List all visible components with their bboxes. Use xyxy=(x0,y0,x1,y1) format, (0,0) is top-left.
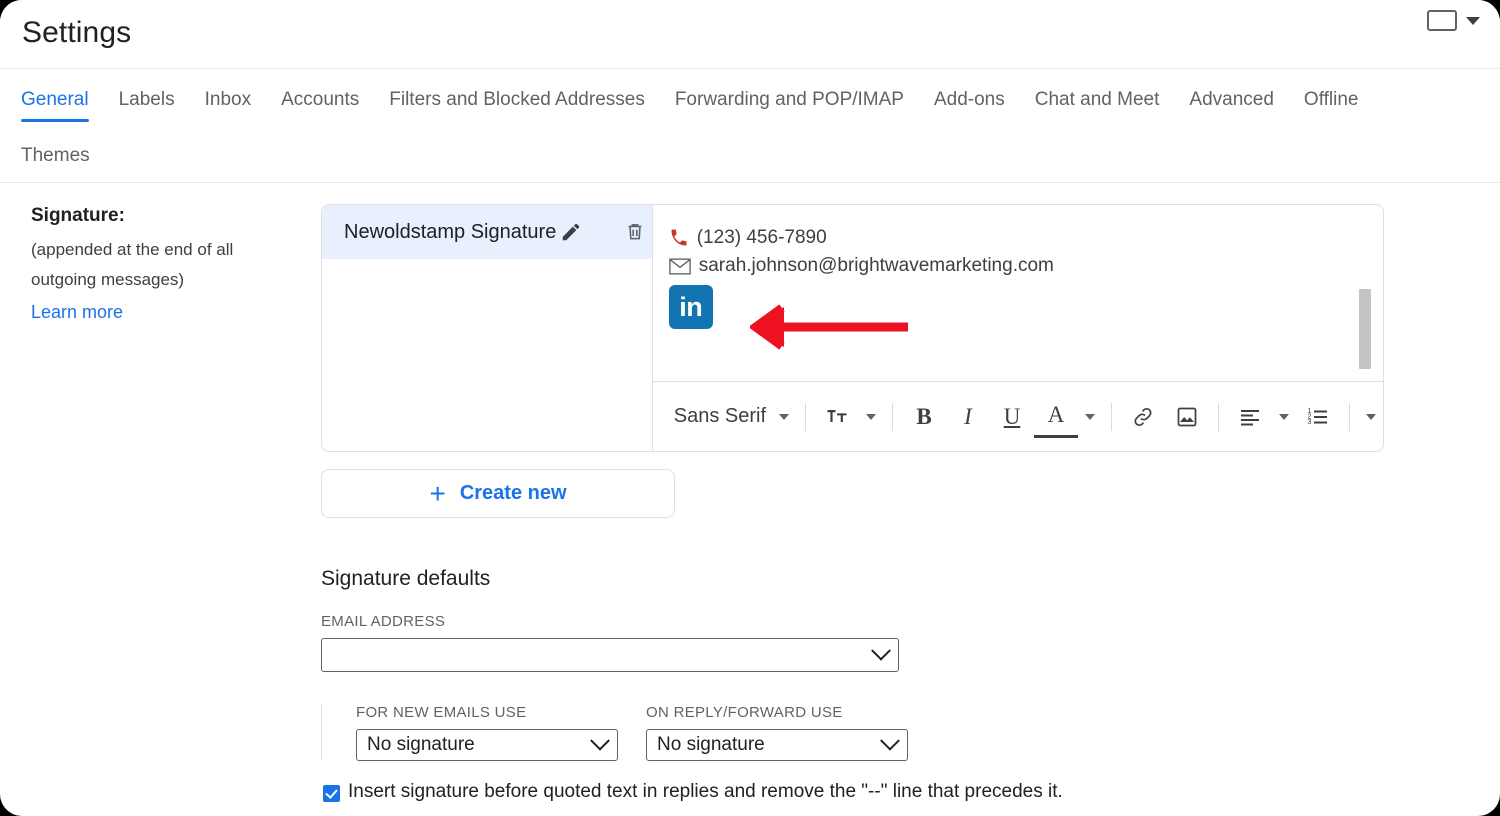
signature-label-sub-line1: (appended at the end of all xyxy=(31,240,234,259)
toolbar-divider xyxy=(805,402,806,431)
signature-list: Newoldstamp Signature xyxy=(322,205,653,451)
signature-editor-scrollbar[interactable] xyxy=(1359,205,1371,381)
envelope-icon xyxy=(668,257,691,275)
tab-add-ons[interactable]: Add-ons xyxy=(919,87,1020,113)
align-left-icon[interactable] xyxy=(1228,397,1272,437)
text-size-chevron-down-icon[interactable] xyxy=(866,413,876,420)
signature-phone-line: (123) 456-7890 xyxy=(669,227,1383,249)
create-new-button[interactable]: + Create new xyxy=(321,469,675,518)
reply-forward-label: ON REPLY/FORWARD USE xyxy=(646,704,843,721)
text-color-chevron-down-icon[interactable] xyxy=(1085,413,1095,420)
underline-button[interactable]: U xyxy=(990,397,1034,437)
tab-advanced[interactable]: Advanced xyxy=(1174,87,1289,113)
email-address-label: EMAIL ADDRESS xyxy=(321,613,446,630)
toolbar-divider xyxy=(1349,402,1350,431)
insert-signature-checkbox-label: Insert signature before quoted text in r… xyxy=(348,781,1063,802)
tab-themes[interactable]: Themes xyxy=(21,143,105,169)
tab-chat-and-meet[interactable]: Chat and Meet xyxy=(1020,87,1175,113)
toolbar-divider xyxy=(1111,402,1112,431)
plus-icon: + xyxy=(429,477,446,509)
bold-button[interactable]: B xyxy=(902,397,946,437)
reply-forward-value: No signature xyxy=(657,734,765,755)
keyboard-shortcuts-control[interactable] xyxy=(1427,10,1480,31)
tab-row-primary: General Labels Inbox Accounts Filters an… xyxy=(21,87,1374,122)
tab-labels[interactable]: Labels xyxy=(104,87,190,113)
new-emails-value: No signature xyxy=(367,734,475,755)
reply-forward-column: ON REPLY/FORWARD USE No signature xyxy=(618,704,908,761)
signature-name: Newoldstamp Signature xyxy=(344,220,557,243)
insert-signature-checkbox[interactable] xyxy=(323,785,340,802)
more-options-icon[interactable] xyxy=(1366,413,1376,420)
create-new-label: Create new xyxy=(459,482,567,504)
new-emails-select[interactable]: No signature xyxy=(356,729,618,761)
signature-label-sub-line2: outgoing messages) xyxy=(31,270,185,289)
trash-icon[interactable] xyxy=(624,220,646,244)
pencil-icon[interactable] xyxy=(560,221,582,243)
chevron-down-icon xyxy=(880,730,900,751)
email-address-select[interactable] xyxy=(321,638,899,672)
svg-text:3: 3 xyxy=(1308,419,1312,426)
new-emails-column: FOR NEW EMAILS USE No signature xyxy=(322,704,618,761)
chevron-down-icon[interactable] xyxy=(1466,16,1480,25)
learn-more-link[interactable]: Learn more xyxy=(31,297,123,327)
insert-signature-checkbox-row[interactable]: Insert signature before quoted text in r… xyxy=(323,781,1063,803)
signature-phone-text: (123) 456-7890 xyxy=(696,227,827,248)
signature-email-text: sarah.johnson@brightwavemarketing.com xyxy=(698,255,1054,276)
tab-inbox[interactable]: Inbox xyxy=(190,87,266,113)
signature-defaults-section: Signature defaults EMAIL ADDRESS FOR NEW… xyxy=(321,567,1221,761)
signature-defaults-columns: FOR NEW EMAILS USE No signature ON REPLY… xyxy=(321,704,1221,761)
signature-label-title: Signature: xyxy=(31,205,125,226)
tab-general[interactable]: General xyxy=(21,87,104,122)
signature-editor-body[interactable]: (123) 456-7890 sarah.johnson@brightwavem… xyxy=(653,205,1383,381)
toolbar-divider xyxy=(1218,402,1219,431)
reply-forward-select[interactable]: No signature xyxy=(646,729,908,761)
signature-list-item[interactable]: Newoldstamp Signature xyxy=(322,205,652,259)
keyboard-icon[interactable] xyxy=(1427,10,1457,31)
tab-offline[interactable]: Offline xyxy=(1289,87,1374,113)
signature-editor: (123) 456-7890 sarah.johnson@brightwavem… xyxy=(652,205,1383,451)
tab-row-secondary: Themes xyxy=(21,143,105,169)
text-size-icon[interactable] xyxy=(815,397,859,437)
chevron-down-icon xyxy=(871,640,891,661)
signature-format-toolbar: Sans Serif B I U A 1 2 3 xyxy=(652,381,1383,451)
link-icon[interactable] xyxy=(1121,397,1165,437)
page-title: Settings xyxy=(22,16,132,49)
signature-defaults-title: Signature defaults xyxy=(321,567,491,590)
signature-email-line: sarah.johnson@brightwavemarketing.com xyxy=(668,255,1383,277)
new-emails-label: FOR NEW EMAILS USE xyxy=(356,704,527,721)
chevron-down-icon xyxy=(590,730,610,751)
font-family-value[interactable]: Sans Serif xyxy=(666,405,772,428)
numbered-list-icon[interactable]: 1 2 3 xyxy=(1296,397,1340,437)
settings-tabbar: General Labels Inbox Accounts Filters an… xyxy=(0,68,1500,183)
tab-accounts[interactable]: Accounts xyxy=(266,87,374,113)
italic-button[interactable]: I xyxy=(946,397,990,437)
signature-panel: Newoldstamp Signature (123) 456-7890 sar… xyxy=(321,204,1384,452)
app-header: Settings xyxy=(0,0,1500,68)
linkedin-icon[interactable]: in xyxy=(668,285,713,329)
phone-icon xyxy=(669,228,689,248)
tab-forwarding-and-pop-imap[interactable]: Forwarding and POP/IMAP xyxy=(660,87,919,113)
font-family-chevron-down-icon[interactable] xyxy=(779,413,789,420)
scrollbar-thumb[interactable] xyxy=(1359,289,1371,369)
tab-filters-and-blocked-addresses[interactable]: Filters and Blocked Addresses xyxy=(374,87,660,113)
settings-window: Settings General Labels Inbox Accounts F… xyxy=(0,0,1500,816)
signature-label-column: Signature: (appended at the end of all o… xyxy=(31,205,296,327)
text-color-button[interactable]: A xyxy=(1034,395,1078,438)
toolbar-divider xyxy=(892,402,893,431)
insert-image-icon[interactable] xyxy=(1165,397,1209,437)
align-chevron-down-icon[interactable] xyxy=(1279,413,1289,420)
